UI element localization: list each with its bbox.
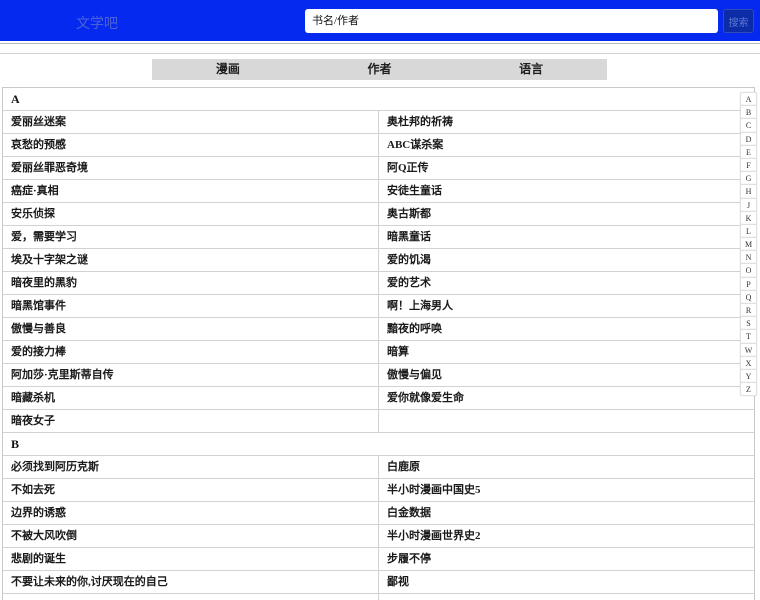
table-row: 埃及十字架之谜 爱的饥渴 [3,249,754,272]
empty-cell [378,410,754,432]
alphabet-link[interactable]: C [740,118,757,133]
book-title[interactable]: 阿Q正传 [378,157,754,179]
alphabet-link[interactable]: Y [740,368,757,384]
book-title[interactable]: 爱丽丝迷案 [3,111,378,133]
alphabet-link[interactable]: Q [740,289,757,304]
empty-cell [3,594,378,600]
alphabet-link[interactable]: K [740,210,757,225]
alphabet-link[interactable]: S [740,316,757,331]
alphabet-link[interactable]: T [740,329,757,344]
alphabet-link[interactable]: J [740,197,757,212]
book-title[interactable]: 不要让未来的你,讨厌现在的自己 [3,571,378,593]
alphabet-link[interactable]: B [740,105,757,120]
table-row: 爱的接力棒 暗算 [3,341,754,364]
book-title[interactable]: 爱的接力棒 [3,341,378,363]
alphabet-link[interactable]: M [740,237,757,252]
section-letter: A [3,88,754,111]
book-title[interactable]: 奥杜邦的祈祷 [378,111,754,133]
tab-authors[interactable]: 作者 [304,59,456,80]
site-logo[interactable]: 文学吧 [76,13,118,33]
book-title[interactable]: 安乐侦探 [3,203,378,225]
book-title[interactable]: 哀愁的预感 [3,134,378,156]
book-title[interactable]: ABC谋杀案 [378,134,754,156]
book-title[interactable]: 暗算 [378,341,754,363]
table-row: 悲剧的诞生 步履不停 [3,548,754,571]
book-title[interactable]: 爱丽丝罪恶奇境 [3,157,378,179]
table-row: 爱丽丝罪恶奇境 阿Q正传 [3,157,754,180]
book-title[interactable]: 鄙视 [378,571,754,593]
section-letter: B [3,433,754,456]
book-title[interactable]: 边界的诱惑 [3,502,378,524]
alphabet-link[interactable]: A [740,92,757,107]
alphabet-link[interactable]: F [740,157,757,173]
book-title[interactable]: 暗夜里的黑豹 [3,272,378,294]
alphabet-index: ABCDEFGHJKLMNOPQRSTWXYZ [740,92,757,397]
book-title[interactable]: 爱的艺术 [378,272,754,294]
tab-comics[interactable]: 漫画 [152,59,304,80]
table-row: 不被大风吹倒 半小时漫画世界史2 [3,525,754,548]
table-row: 安乐侦探 奥古斯都 [3,203,754,226]
book-title[interactable]: 不被大风吹倒 [3,525,378,547]
book-title[interactable]: 半小时漫画中国史5 [378,479,754,501]
table-row: 爱丽丝迷案 奥杜邦的祈祷 [3,111,754,134]
book-title[interactable]: 不如去死 [3,479,378,501]
book-title[interactable]: 暗藏杀机 [3,387,378,409]
alphabet-link[interactable]: N [740,250,757,265]
book-title[interactable]: 傲慢与善良 [3,318,378,340]
alphabet-link[interactable]: D [740,131,757,146]
table-row [3,594,754,600]
table-row: 不要让未来的你,讨厌现在的自己 鄙视 [3,571,754,594]
book-title[interactable]: 啊！上海男人 [378,295,754,317]
book-title[interactable]: 安徒生童话 [378,180,754,202]
app-header: 文学吧 搜索 [0,0,760,41]
tab-language[interactable]: 语言 [455,59,607,80]
book-table: A 爱丽丝迷案 奥杜邦的祈祷 哀愁的预感 ABC谋杀案 爱丽丝罪恶奇境 阿Q正传 癌症·真相安… [2,87,755,600]
table-row: 不如去死 半小时漫画中国史5 [3,479,754,502]
book-title[interactable]: 白鹿原 [378,456,754,478]
table-row: 暗黑馆事件 啊！上海男人 [3,295,754,318]
table-row: 哀愁的预感 ABC谋杀案 [3,134,754,157]
book-title[interactable]: 暗黑童话 [378,226,754,248]
book-title[interactable]: 爱，需要学习 [3,226,378,248]
book-title[interactable]: 暗黑馆事件 [3,295,378,317]
alphabet-link[interactable]: E [740,144,757,159]
book-title[interactable]: 黯夜的呼唤 [378,318,754,340]
alphabet-link[interactable]: G [740,171,757,186]
book-title[interactable]: 阿加莎·克里斯蒂自传 [3,364,378,386]
book-title[interactable]: 暗夜女子 [3,410,378,432]
alphabet-link[interactable]: X [740,355,757,370]
empty-cell [378,594,754,600]
table-row: 爱，需要学习 暗黑童话 [3,226,754,249]
book-title[interactable]: 步履不停 [378,548,754,570]
book-title[interactable]: 半小时漫画世界史2 [378,525,754,547]
book-title[interactable]: 白金数据 [378,502,754,524]
alphabet-link[interactable]: W [740,342,757,357]
table-row: 癌症·真相 安徒生童话 [3,180,754,203]
table-row: 暗藏杀机 爱你就像爱生命 [3,387,754,410]
table-row: 必须找到阿历克斯 白鹿原 [3,456,754,479]
book-title[interactable]: 癌症·真相 [3,180,378,202]
book-title[interactable]: 傲慢与偏见 [378,364,754,386]
book-title[interactable]: 悲剧的诞生 [3,548,378,570]
table-row: 暗夜女子 [3,410,754,433]
alphabet-link[interactable]: P [740,276,757,291]
tab-bar: 漫画 作者 语言 [152,59,607,80]
table-row: 暗夜里的黑豹 爱的艺术 [3,272,754,295]
alphabet-link[interactable]: H [740,184,757,199]
table-row: 边界的诱惑 白金数据 [3,502,754,525]
alphabet-link[interactable]: L [740,223,757,239]
book-title[interactable]: 爱的饥渴 [378,249,754,271]
book-title[interactable]: 埃及十字架之谜 [3,249,378,271]
table-row: 阿加莎·克里斯蒂自传 傲慢与偏见 [3,364,754,387]
search-input[interactable] [305,9,718,33]
table-row: 傲慢与善良 黯夜的呼唤 [3,318,754,341]
search-button[interactable]: 搜索 [723,9,754,33]
alphabet-link[interactable]: R [740,303,757,318]
book-title[interactable]: 必须找到阿历克斯 [3,456,378,478]
alphabet-link[interactable]: Z [740,382,757,397]
alphabet-link[interactable]: O [740,263,757,278]
book-title[interactable]: 奥古斯都 [378,203,754,225]
book-title[interactable]: 爱你就像爱生命 [378,387,754,409]
subnav-strip [0,43,760,54]
